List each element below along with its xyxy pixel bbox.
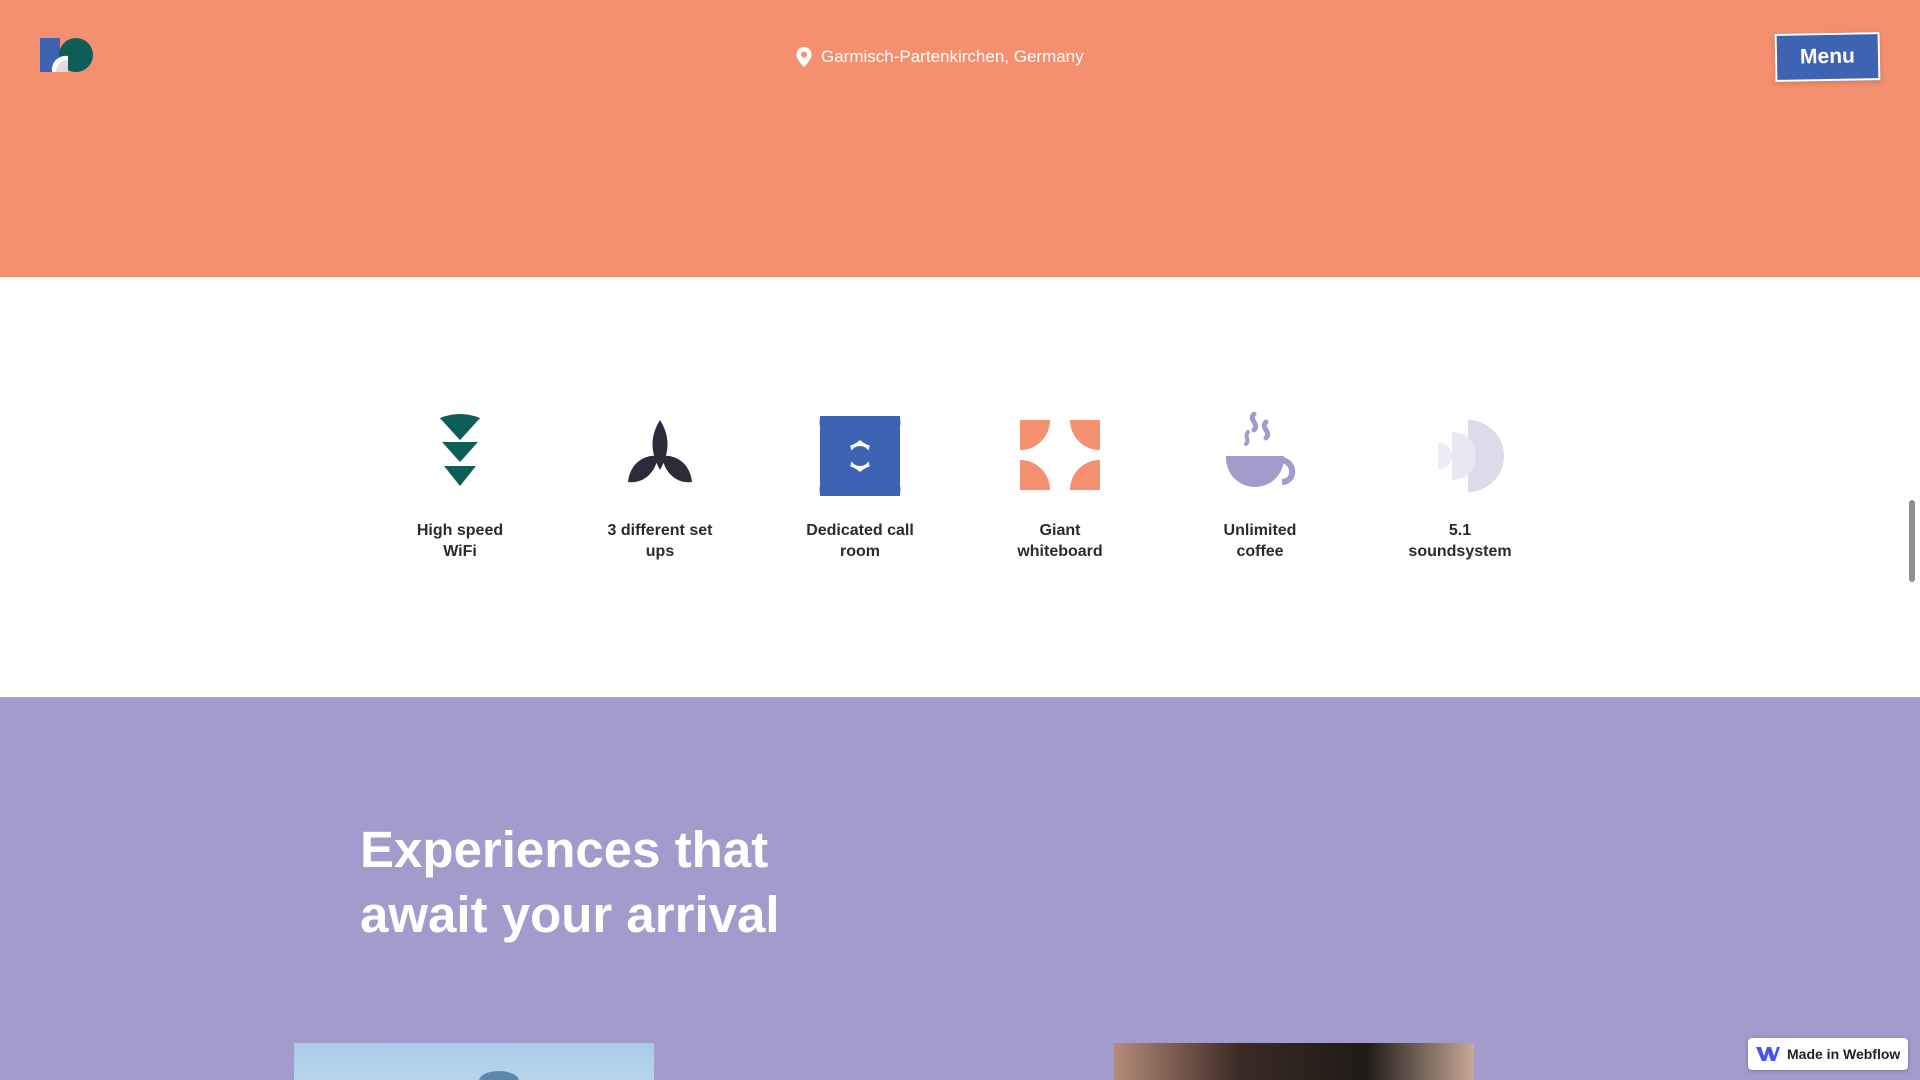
experiences-section: Experiences that await your arrival [0, 697, 1920, 1080]
amenity-label-line2: coffee [1236, 543, 1284, 560]
amenity-label-line1: Unlimited [1223, 522, 1297, 539]
amenity-label-line2: ups [645, 543, 675, 560]
amenities-section: High speed WiFi 3 different set ups Dedi… [0, 277, 1920, 697]
experiences-heading-line1: Experiences that [360, 821, 769, 878]
amenity-setups: 3 different set ups [570, 412, 750, 562]
whiteboard-icon [1020, 420, 1100, 490]
amenity-label-line1: 3 different set [607, 522, 713, 539]
experience-photo-mountains[interactable] [294, 1043, 654, 1080]
experiences-heading: Experiences that await your arrival [360, 817, 920, 947]
webflow-badge-label: Made in Webflow [1787, 1046, 1901, 1062]
wifi-icon [440, 414, 480, 486]
amenity-whiteboard: Giant whiteboard [970, 412, 1150, 562]
map-pin-icon [796, 47, 812, 67]
page-scrollbar-thumb[interactable] [1909, 500, 1915, 582]
hero-header: Garmisch-Partenkirchen, Germany Menu [0, 0, 1920, 277]
webflow-logo-icon [1756, 1047, 1780, 1061]
site-logo[interactable] [38, 36, 94, 76]
coffee-icon [1226, 412, 1296, 487]
amenity-sound: 5.1 soundsystem [1370, 412, 1550, 562]
leaves-icon [628, 420, 692, 483]
call-room-icon [819, 416, 901, 496]
location-text: Garmisch-Partenkirchen, Germany [821, 47, 1084, 66]
amenity-label-line1: Dedicated call [806, 522, 914, 539]
amenity-coffee: Unlimited coffee [1170, 412, 1350, 562]
location-label: Garmisch-Partenkirchen, Germany [795, 44, 1084, 70]
amenity-label-line1: 5.1 [1448, 522, 1472, 539]
experiences-heading-line2: await your arrival [360, 886, 780, 943]
sound-icon [1438, 420, 1504, 492]
amenity-label-line2: WiFi [443, 543, 477, 560]
made-in-webflow-badge[interactable]: Made in Webflow [1748, 1038, 1908, 1070]
amenity-label-line1: High speed [416, 522, 504, 539]
amenity-wifi: High speed WiFi [370, 412, 550, 562]
experience-photo-person[interactable] [1114, 1043, 1474, 1080]
amenity-label-line1: Giant [1039, 522, 1081, 539]
amenity-label-line2: soundsystem [1408, 543, 1512, 560]
amenity-label-line2: whiteboard [1017, 543, 1103, 560]
amenity-label-line2: room [840, 543, 880, 560]
menu-button[interactable]: Menu [1774, 32, 1881, 82]
amenity-call-room: Dedicated call room [770, 412, 950, 562]
